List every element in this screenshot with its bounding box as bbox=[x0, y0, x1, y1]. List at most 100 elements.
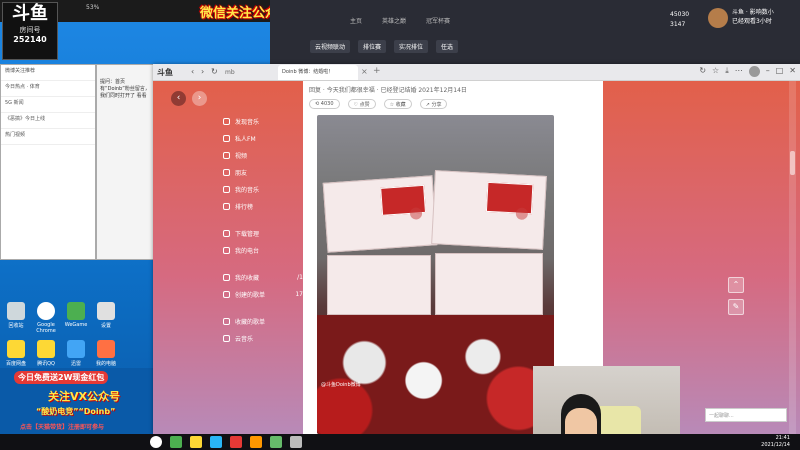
wechat-taskbar-icon[interactable] bbox=[270, 436, 282, 448]
menu-icon[interactable]: ⋯ bbox=[735, 66, 743, 77]
user-avatar[interactable] bbox=[708, 8, 728, 28]
certificate-left bbox=[322, 175, 438, 253]
steam-taskbar-icon[interactable] bbox=[210, 436, 222, 448]
list-item[interactable]: 微博关注推荐 bbox=[1, 65, 95, 81]
like-button[interactable]: ♡ 点赞 bbox=[347, 99, 376, 109]
prev-page-icon[interactable]: ‹ bbox=[171, 91, 186, 106]
desktop-icon-recycle[interactable]: 回收站 bbox=[4, 302, 28, 329]
list-item[interactable]: 今日热点 · 体育 bbox=[1, 81, 95, 97]
profile-avatar[interactable] bbox=[748, 66, 760, 77]
scrollbar[interactable] bbox=[789, 81, 796, 434]
desktop-icon-computer[interactable]: 我的电脑 bbox=[94, 340, 118, 367]
close-tab-icon[interactable]: × bbox=[361, 67, 368, 76]
forward-icon[interactable]: › bbox=[201, 67, 204, 76]
chrome-taskbar-icon[interactable] bbox=[150, 436, 162, 448]
sidebar-item-cloud[interactable]: 云音乐 bbox=[223, 332, 303, 345]
sidebar-item-created-playlists[interactable]: 创建的歌单 17 bbox=[223, 288, 303, 301]
sidebar-item-favorites[interactable]: 我的收藏/1 bbox=[223, 271, 303, 284]
desktop-icon-label: 我的电脑 bbox=[95, 361, 116, 367]
sidebar-separator bbox=[223, 217, 303, 227]
minimize-button[interactable]: – bbox=[766, 66, 770, 77]
douyu-taskbar-icon[interactable] bbox=[250, 436, 262, 448]
sidebar-item-friends[interactable]: 朋友 bbox=[223, 166, 303, 179]
sidebar-item-fm[interactable]: 私人FM bbox=[223, 132, 303, 145]
desktop-icon-wegame[interactable]: WeGame bbox=[64, 302, 88, 328]
folder-taskbar-icon[interactable] bbox=[190, 436, 202, 448]
maximize-button[interactable]: □ bbox=[776, 66, 784, 77]
promo-follow: 关注VX公众号 bbox=[48, 390, 120, 403]
folder-icon bbox=[37, 340, 55, 358]
sub-tab-any[interactable]: 任选 bbox=[436, 40, 459, 53]
desktop-icon-label: 回收站 bbox=[8, 323, 24, 329]
desktop-icon-xunlei[interactable]: 迅雷 bbox=[64, 340, 88, 367]
sidebar-item-downloads[interactable]: 下载管理 bbox=[223, 227, 303, 240]
browser-window: 斗鱼 ‹ › ↻ mb Doinb 微博：结婚啦！ × + ↻ ☆ ⤓ ⋯ – … bbox=[153, 64, 800, 434]
sidebar-item-label: 收藏的歌单 bbox=[235, 319, 266, 326]
user-name: 斗鱼 · 影响数小 bbox=[732, 9, 774, 16]
address-bar[interactable]: mb bbox=[225, 67, 275, 78]
desktop-icon-label: WeGame bbox=[64, 322, 88, 328]
douyu-user-info: 斗鱼 · 影响数小 已经观看3小时 bbox=[732, 8, 774, 26]
desktop-icon-label: Google Chrome bbox=[36, 322, 56, 334]
playlist-icon bbox=[223, 291, 230, 298]
desktop-icon-settings[interactable]: 设置 bbox=[94, 302, 118, 329]
repost-button[interactable]: ⟲ 4030 bbox=[309, 99, 340, 109]
scroll-top-button[interactable]: ⌃ bbox=[728, 277, 744, 293]
app-taskbar-icon[interactable] bbox=[290, 436, 302, 448]
sub-tab-ranked[interactable]: 排位赛 bbox=[358, 40, 387, 53]
close-window-button[interactable]: ✕ bbox=[789, 66, 796, 77]
user-sub: 已经观看3小时 bbox=[732, 18, 772, 25]
sub-tab-cloud-video[interactable]: 云视频联动 bbox=[310, 40, 351, 53]
share-button[interactable]: ↗ 分享 bbox=[419, 99, 448, 109]
sidebar-separator bbox=[223, 261, 303, 271]
nav-item-heroes[interactable]: 英雄之巅 bbox=[382, 16, 406, 25]
certificate-right bbox=[431, 170, 547, 250]
bookmark-icon[interactable]: ☆ bbox=[712, 66, 719, 77]
sidebar-item-count: 17 bbox=[295, 291, 303, 298]
phone-screen-panel: 微博关注推荐 今日热点 · 体育 5G 新闻 《恶搞》今日上线 热门视频 bbox=[0, 64, 96, 260]
refresh-icon[interactable]: ↻ bbox=[211, 67, 218, 76]
tab-active[interactable]: Doinb 微博：结婚啦！ bbox=[278, 65, 358, 80]
stat-hot: 45030 bbox=[670, 11, 690, 18]
sidebar-item-charts[interactable]: 排行榜 bbox=[223, 200, 303, 213]
sidebar-item-label: 我的收藏 bbox=[235, 275, 260, 282]
desktop-icon-netdisk[interactable]: 百度网盘 bbox=[4, 340, 28, 367]
desktop-icon-chrome[interactable]: Google Chrome bbox=[34, 302, 58, 334]
nav-item-champion[interactable]: 冠军杯赛 bbox=[426, 16, 450, 25]
heart-icon bbox=[223, 318, 230, 325]
nav-item-home[interactable]: 主页 bbox=[350, 16, 362, 25]
stat-fans: 3147 bbox=[670, 21, 686, 28]
sidebar-item-video[interactable]: 视频 bbox=[223, 149, 303, 162]
reload-icon[interactable]: ↻ bbox=[699, 66, 706, 77]
list-item[interactable]: 《恶搞》今日上线 bbox=[1, 113, 95, 129]
room-logo-brand: 斗鱼 bbox=[12, 3, 48, 24]
video-icon bbox=[223, 152, 230, 159]
list-item[interactable]: 5G 新闻 bbox=[1, 97, 95, 113]
new-tab-icon[interactable]: + bbox=[373, 66, 381, 76]
radio-icon bbox=[223, 247, 230, 254]
sidebar-item-saved-playlists[interactable]: 收藏的歌单 bbox=[223, 315, 303, 328]
radio-icon bbox=[223, 135, 230, 142]
taskbar-clock[interactable]: 21:41 2021/12/14 bbox=[761, 435, 790, 449]
sidebar-item-my-music[interactable]: 我的音乐 bbox=[223, 183, 303, 196]
desktop-icon-qq[interactable]: 腾讯QQ bbox=[34, 340, 58, 367]
download-icon[interactable]: ⤓ bbox=[725, 66, 729, 77]
sidebar-item-label: 朋友 bbox=[235, 170, 248, 177]
wegame-taskbar-icon[interactable] bbox=[170, 436, 182, 448]
room-number-label: 房间号 bbox=[19, 26, 41, 34]
browser-content: ‹ › 发现音乐 私人FM 视频 朋友 我的音乐 排行榜 下载管理 我的电台 我… bbox=[153, 81, 800, 434]
promo-keywords: “酸奶电竞”“Doinb” bbox=[36, 407, 116, 416]
back-icon[interactable]: ‹ bbox=[191, 67, 194, 76]
douyu-sub-tabs: 云视频联动 排位赛 实况排位 任选 bbox=[310, 40, 459, 53]
sub-tab-live-ranked[interactable]: 实况排位 bbox=[394, 40, 429, 53]
sidebar-item-radio[interactable]: 我的电台 bbox=[223, 244, 303, 257]
sidebar-item-discover[interactable]: 发现音乐 bbox=[223, 115, 303, 128]
chat-input[interactable]: 一起聊聊... bbox=[705, 408, 787, 422]
favorite-button[interactable]: ☆ 收藏 bbox=[383, 99, 412, 109]
scrollbar-thumb[interactable] bbox=[790, 151, 795, 175]
netease-taskbar-icon[interactable] bbox=[230, 436, 242, 448]
edit-button[interactable]: ✎ bbox=[728, 299, 744, 315]
list-item[interactable]: 热门视频 bbox=[1, 129, 95, 145]
sidebar-item-label: 我的音乐 bbox=[235, 187, 260, 194]
next-page-icon[interactable]: › bbox=[192, 91, 207, 106]
